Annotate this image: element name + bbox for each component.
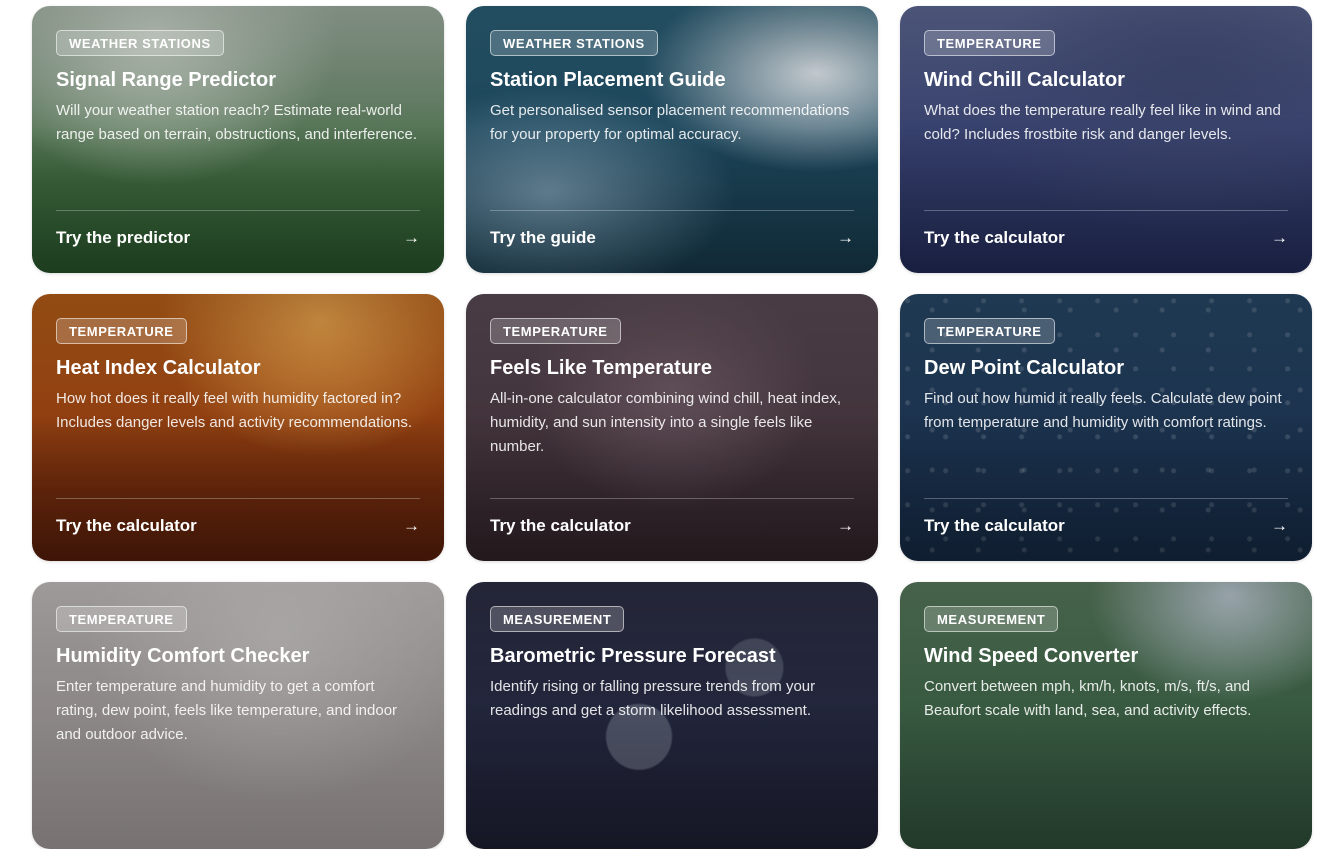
card-title: Wind Speed Converter <box>924 645 1139 667</box>
card-title: Barometric Pressure Forecast <box>490 645 776 667</box>
cta-label: Try the calculator <box>56 516 197 535</box>
card-wind-speed-converter[interactable]: MEASUREMENT Wind Speed Converter Convert… <box>900 582 1312 849</box>
card-title: Signal Range Predictor <box>56 69 277 91</box>
card-title: Wind Chill Calculator <box>924 69 1125 91</box>
card-divider <box>924 498 1288 499</box>
card-divider <box>924 210 1288 211</box>
card-cta-link[interactable]: Try the calculator → <box>924 226 1288 250</box>
category-badge: MEASUREMENT <box>924 606 1059 632</box>
card-dew-point-calculator[interactable]: TEMPERATURE Dew Point Calculator Find ou… <box>900 294 1312 561</box>
card-divider <box>490 210 854 211</box>
card-description: Enter temperature and humidity to get a … <box>56 678 398 743</box>
card-title: Station Placement Guide <box>490 69 726 91</box>
tools-grid: WEATHER STATIONS Signal Range Predictor … <box>32 6 1312 849</box>
category-badge: TEMPERATURE <box>56 606 187 632</box>
card-divider <box>56 498 420 499</box>
cta-label: Try the calculator <box>924 516 1065 535</box>
arrow-right-icon: → <box>1271 228 1288 247</box>
category-badge: TEMPERATURE <box>56 318 187 344</box>
card-feels-like-temperature[interactable]: TEMPERATURE Feels Like Temperature All-i… <box>466 294 878 561</box>
card-description: Convert between mph, km/h, knots, m/s, f… <box>924 678 1252 719</box>
arrow-right-icon: → <box>837 228 854 247</box>
card-description: All-in-one calculator combining wind chi… <box>490 390 842 455</box>
cta-label: Try the calculator <box>490 516 631 535</box>
card-cta-link[interactable]: Try the calculator → <box>56 514 420 538</box>
cta-label: Try the calculator <box>924 228 1065 247</box>
card-title: Heat Index Calculator <box>56 357 261 379</box>
card-heat-index-calculator[interactable]: TEMPERATURE Heat Index Calculator How ho… <box>32 294 444 561</box>
card-divider <box>490 498 854 499</box>
card-divider <box>56 210 420 211</box>
category-badge: WEATHER STATIONS <box>490 30 658 56</box>
card-signal-range-predictor[interactable]: WEATHER STATIONS Signal Range Predictor … <box>32 6 444 273</box>
card-cta-link[interactable]: Try the calculator → <box>924 514 1288 538</box>
card-wind-chill-calculator[interactable]: TEMPERATURE Wind Chill Calculator What d… <box>900 6 1312 273</box>
category-badge: TEMPERATURE <box>924 318 1055 344</box>
card-station-placement-guide[interactable]: WEATHER STATIONS Station Placement Guide… <box>466 6 878 273</box>
arrow-right-icon: → <box>1271 516 1288 535</box>
card-description: What does the temperature really feel li… <box>924 102 1281 143</box>
arrow-right-icon: → <box>837 516 854 535</box>
card-cta-link[interactable]: Try the predictor → <box>56 226 420 250</box>
card-cta-link[interactable]: Try the guide → <box>490 226 854 250</box>
arrow-right-icon: → <box>403 516 420 535</box>
card-title: Feels Like Temperature <box>490 357 712 379</box>
category-badge: TEMPERATURE <box>924 30 1055 56</box>
card-description: Find out how humid it really feels. Calc… <box>924 390 1282 431</box>
category-badge: MEASUREMENT <box>490 606 625 632</box>
category-badge: TEMPERATURE <box>490 318 621 344</box>
category-badge: WEATHER STATIONS <box>56 30 224 56</box>
card-title: Humidity Comfort Checker <box>56 645 310 667</box>
card-humidity-comfort-checker[interactable]: TEMPERATURE Humidity Comfort Checker Ent… <box>32 582 444 849</box>
card-title: Dew Point Calculator <box>924 357 1125 379</box>
card-description: Will your weather station reach? Estimat… <box>56 102 418 143</box>
card-barometric-pressure-forecast[interactable]: MEASUREMENT Barometric Pressure Forecast… <box>466 582 878 849</box>
arrow-right-icon: → <box>403 228 420 247</box>
card-description: Identify rising or falling pressure tren… <box>490 678 816 719</box>
card-description: How hot does it really feel with humidit… <box>56 390 413 431</box>
card-cta-link[interactable]: Try the calculator → <box>490 514 854 538</box>
card-description: Get personalised sensor placement recomm… <box>490 102 850 143</box>
cta-label: Try the guide <box>490 228 596 247</box>
cta-label: Try the predictor <box>56 228 191 247</box>
